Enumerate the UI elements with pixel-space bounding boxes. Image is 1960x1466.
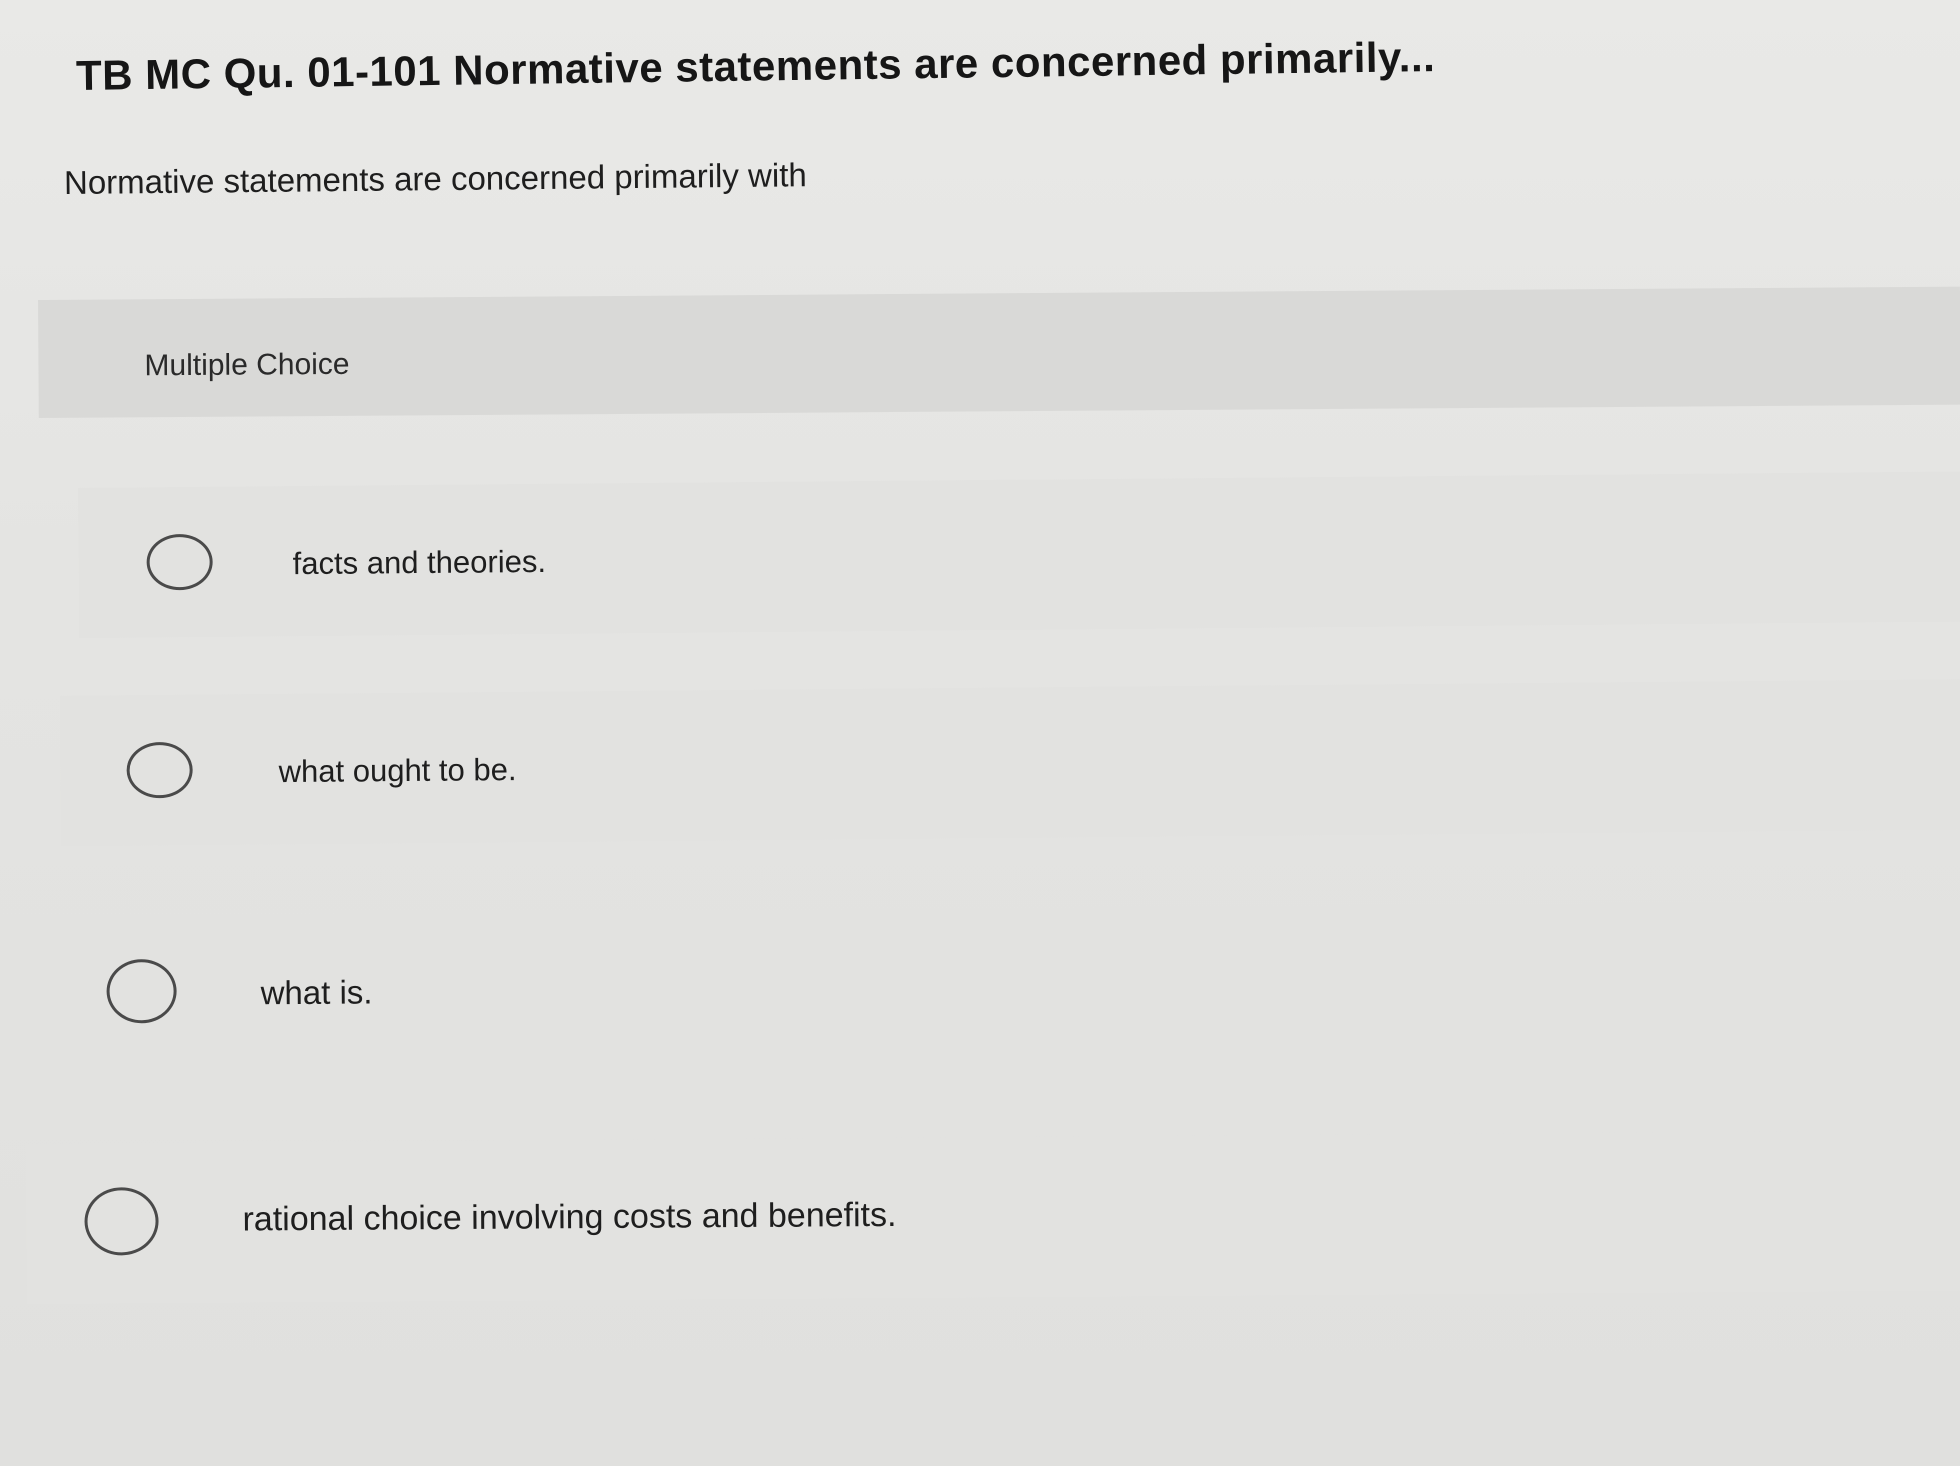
- answer-option[interactable]: rational choice involving costs and bene…: [26, 1130, 1960, 1304]
- multiple-choice-label: Multiple Choice: [144, 347, 350, 383]
- radio-button[interactable]: [126, 741, 193, 799]
- radio-button[interactable]: [106, 958, 177, 1024]
- answer-option-label: rational choice involving costs and bene…: [242, 1195, 897, 1239]
- answer-option[interactable]: what is.: [44, 900, 1960, 1066]
- answer-option[interactable]: facts and theories.: [78, 471, 1960, 638]
- question-page: TB MC Qu. 01-101 Normative statements ar…: [0, 0, 1960, 1466]
- answer-option-label: facts and theories.: [292, 543, 547, 582]
- radio-button[interactable]: [146, 533, 213, 591]
- answer-option-label: what ought to be.: [278, 752, 517, 790]
- multiple-choice-header: Multiple Choice: [38, 286, 1960, 418]
- radio-button[interactable]: [84, 1187, 159, 1256]
- answer-option[interactable]: what ought to be.: [60, 679, 1960, 846]
- question-title: TB MC Qu. 01-101 Normative statements ar…: [75, 33, 1436, 99]
- question-prompt: Normative statements are concerned prima…: [63, 156, 807, 201]
- answer-option-label: what is.: [260, 973, 373, 1012]
